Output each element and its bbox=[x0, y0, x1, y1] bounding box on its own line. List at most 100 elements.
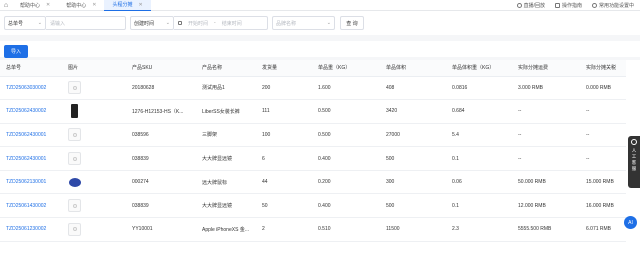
col-sku: 产品SKU bbox=[126, 60, 196, 77]
volume-weight-cell: 5.4 bbox=[446, 123, 512, 148]
volume-weight-cell: 2.3 bbox=[446, 217, 512, 242]
freight-cell: -- bbox=[512, 146, 580, 171]
product-thumbnail bbox=[68, 152, 81, 166]
col-product-name: 产品名称 bbox=[196, 60, 256, 77]
product-image bbox=[62, 217, 126, 242]
sku-cell: YY10001 bbox=[126, 217, 196, 242]
freight-cell: 5555.500 RMB bbox=[512, 217, 580, 242]
freight-cell: -- bbox=[512, 123, 580, 148]
sku-cell: 038839 bbox=[126, 146, 196, 171]
sku-cell: 038839 bbox=[126, 193, 196, 219]
guide-icon bbox=[554, 3, 560, 8]
product-name-select[interactable]: 品牌名称 ⌄ bbox=[272, 16, 335, 30]
qty-cell: 44 bbox=[256, 170, 312, 195]
order-number-input[interactable]: 请输入 bbox=[46, 16, 126, 30]
tab-help-center-1[interactable]: 帮助中心 ✕ bbox=[12, 0, 58, 11]
col-volume-weight: 单品体积重（KG） bbox=[446, 60, 512, 77]
col-freight: 实际分摊运费 bbox=[512, 60, 580, 77]
headset-icon bbox=[631, 139, 637, 145]
volume-cell: 3420 bbox=[380, 99, 446, 124]
order-number-link[interactable]: TZD25061230002 bbox=[0, 217, 62, 242]
duty-cell: -- bbox=[580, 123, 626, 148]
tab-bar: ⌂ 帮助中心 ✕ 帮助中心 ✕ 头程分摊 ✕ 直播/回放 操作指南 常用功能设置中 bbox=[0, 0, 640, 11]
product-name-cell: 测试用品1 bbox=[196, 76, 256, 101]
volume-weight-cell: 0.1 bbox=[446, 193, 512, 219]
volume-cell: 500 bbox=[380, 146, 446, 171]
tab-help-center-2[interactable]: 帮助中心 ✕ bbox=[58, 0, 104, 11]
close-icon[interactable]: ✕ bbox=[138, 2, 142, 8]
date-range-input[interactable]: 开始时间 - 结束时间 bbox=[174, 16, 268, 30]
freight-cell: 50.000 RMB bbox=[512, 170, 580, 195]
volume-cell: 500 bbox=[380, 193, 446, 219]
order-number-link[interactable]: TZD25061430002 bbox=[0, 193, 62, 219]
sku-cell: 038596 bbox=[126, 123, 196, 148]
weight-cell: 0.400 bbox=[312, 146, 380, 171]
product-image bbox=[62, 76, 126, 101]
table-row: TZD25062430002 1276-H12153-HS（K... LiberSS… bbox=[0, 99, 626, 124]
ai-assistant-button[interactable]: AI bbox=[624, 216, 637, 229]
close-icon[interactable]: ✕ bbox=[46, 2, 50, 8]
guide-link[interactable]: 操作指南 bbox=[554, 2, 582, 9]
close-icon[interactable]: ✕ bbox=[92, 2, 96, 8]
col-unit-weight: 单品重（KG） bbox=[312, 60, 380, 77]
product-thumbnail bbox=[68, 199, 81, 213]
volume-cell: 11500 bbox=[380, 217, 446, 242]
volume-cell: 27000 bbox=[380, 123, 446, 148]
action-toolbar: 导入 bbox=[0, 35, 640, 58]
filter-bar: 总单号 ⌄ 请输入 创建时间 ⌄ 开始时间 - 结束时间 品牌名称 ⌄ 查 询 bbox=[0, 11, 640, 35]
customer-service-float[interactable]: 人 工 客 服 bbox=[628, 136, 640, 188]
play-icon bbox=[516, 3, 522, 8]
query-button[interactable]: 查 询 bbox=[340, 16, 364, 30]
tab-freight-allocation[interactable]: 头程分摊 ✕ bbox=[104, 0, 151, 11]
product-name-cell: LiberSS女装长裤 bbox=[196, 99, 256, 124]
live-replay-link[interactable]: 直播/回放 bbox=[516, 2, 545, 9]
calendar-icon bbox=[178, 21, 182, 25]
product-name-cell: Apple iPhoneXS 金... bbox=[196, 217, 256, 242]
order-number-link[interactable]: TZD25063030002 bbox=[0, 76, 62, 101]
qty-cell: 2 bbox=[256, 217, 312, 242]
import-button[interactable]: 导入 bbox=[4, 45, 28, 58]
volume-cell: 408 bbox=[380, 76, 446, 101]
qty-cell: 200 bbox=[256, 76, 312, 101]
product-image bbox=[62, 193, 126, 219]
image-icon bbox=[72, 85, 77, 90]
duty-cell: -- bbox=[580, 146, 626, 171]
home-icon[interactable]: ⌂ bbox=[0, 0, 12, 11]
order-number-link[interactable]: TZD25062430002 bbox=[0, 99, 62, 124]
time-type-select[interactable]: 创建时间 ⌄ bbox=[130, 16, 174, 30]
sku-cell: 20180628 bbox=[126, 76, 196, 101]
order-number-link[interactable]: TZD25062430001 bbox=[0, 123, 62, 148]
freight-cell: 3.000 RMB bbox=[512, 76, 580, 101]
table-row: TZD25061230002 YY10001 Apple iPhoneXS 金...… bbox=[0, 217, 626, 242]
image-icon bbox=[71, 104, 78, 119]
weight-cell: 0.510 bbox=[312, 217, 380, 242]
settings-link[interactable]: 常用功能设置中 bbox=[591, 2, 634, 9]
weight-cell: 0.500 bbox=[312, 123, 380, 148]
table-row: TZD25062430001 038839 大大牌显远镜 6 0.400 500 0.1 --… bbox=[0, 146, 626, 171]
table-row: TZD25063030002 20180628 测试用品1 200 1.600 408 0.… bbox=[0, 76, 626, 101]
allocation-table: 总单号 图片 产品SKU 产品名称 发货量 单品重（KG） 单品体积 单品体积重… bbox=[0, 60, 640, 266]
product-name-cell: 远大牌鼠标 bbox=[196, 170, 256, 195]
order-number-link[interactable]: TZD25062430001 bbox=[0, 146, 62, 171]
col-order-number: 总单号 bbox=[0, 60, 62, 77]
image-icon bbox=[72, 203, 77, 208]
qty-cell: 111 bbox=[256, 99, 312, 124]
col-duty: 实际分摊关税 bbox=[580, 60, 626, 77]
volume-cell: 300 bbox=[380, 170, 446, 195]
freight-cell: -- bbox=[512, 99, 580, 124]
image-icon bbox=[72, 227, 77, 232]
order-number-link[interactable]: TZD25062130001 bbox=[0, 170, 62, 195]
freight-cell: 12.000 RMB bbox=[512, 193, 580, 219]
top-right-links: 直播/回放 操作指南 常用功能设置中 bbox=[516, 0, 634, 11]
qty-cell: 100 bbox=[256, 123, 312, 148]
order-type-select[interactable]: 总单号 ⌄ bbox=[4, 16, 46, 30]
qty-cell: 50 bbox=[256, 193, 312, 219]
product-image bbox=[62, 123, 126, 148]
table-header: 总单号 图片 产品SKU 产品名称 发货量 单品重（KG） 单品体积 单品体积重… bbox=[0, 60, 626, 77]
table-row: TZD25062430001 038596 三脚架 100 0.500 27000 5.4-… bbox=[0, 123, 626, 148]
duty-cell: 15.000 RMB bbox=[580, 170, 626, 195]
product-name-cell: 大大牌显远镜 bbox=[196, 193, 256, 219]
qty-cell: 6 bbox=[256, 146, 312, 171]
sku-cell: 000274 bbox=[126, 170, 196, 195]
volume-weight-cell: 0.06 bbox=[446, 170, 512, 195]
